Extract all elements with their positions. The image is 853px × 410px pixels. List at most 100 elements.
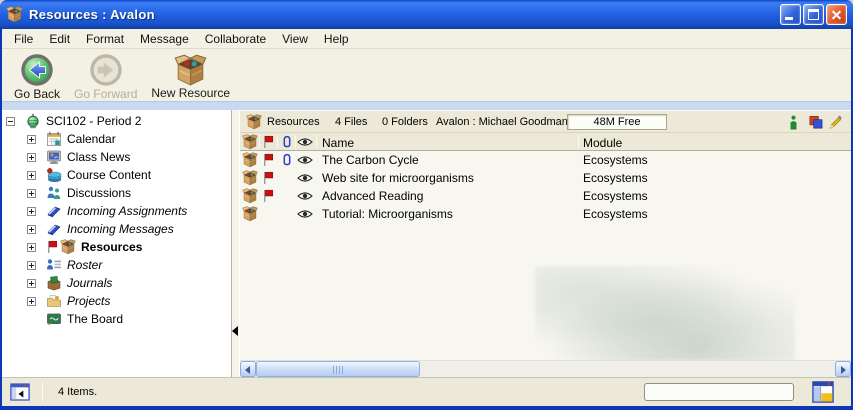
journal-icon [46, 275, 62, 291]
close-button[interactable] [826, 4, 847, 25]
resources-panel: Resources 4 Files 0 Folders Avalon : Mic… [240, 110, 851, 377]
panel-splitter[interactable] [232, 110, 240, 377]
thumb-grip-icon [333, 366, 343, 374]
column-header-module[interactable]: Module [583, 134, 622, 152]
collapse-toggle-icon[interactable] [6, 117, 15, 126]
owner-label: Avalon : Michael Goodman [436, 116, 568, 128]
go-back-icon [19, 52, 55, 88]
menu-file[interactable]: File [6, 30, 41, 48]
new-resource-icon [174, 54, 207, 87]
menu-collaborate[interactable]: Collaborate [197, 30, 274, 48]
menu-view[interactable]: View [274, 30, 316, 48]
tree-item-roster[interactable]: Roster [27, 256, 102, 274]
flag-icon [46, 240, 58, 254]
column-header-row: Name Module [240, 133, 851, 151]
arrow-right-icon [841, 366, 846, 374]
expand-toggle-icon[interactable] [27, 189, 36, 198]
book-icon [46, 203, 62, 219]
layers-icon[interactable] [808, 115, 823, 130]
resource-name[interactable]: The Carbon Cycle [322, 151, 419, 169]
crate-icon [60, 239, 76, 255]
news-icon [46, 149, 62, 165]
column-header-name[interactable]: Name [322, 134, 354, 152]
menu-format[interactable]: Format [78, 30, 132, 48]
book-icon [46, 221, 62, 237]
attachment-column-icon[interactable] [282, 135, 292, 149]
tree-item-course-content[interactable]: Course Content [27, 166, 151, 184]
toolbar: Go Back Go Forward New Resource [2, 49, 851, 101]
person-icon[interactable] [786, 115, 801, 130]
calendar-icon [46, 131, 62, 147]
go-back-button[interactable]: Go Back [10, 52, 64, 101]
pencil-icon[interactable] [828, 115, 843, 130]
list-row[interactable]: Web site for microorganisms Ecosystems [240, 169, 851, 187]
scroll-left-button[interactable] [240, 361, 256, 377]
background-watermark [535, 266, 795, 361]
arrow-left-icon [245, 366, 250, 374]
go-forward-button: Go Forward [70, 52, 141, 101]
scroll-right-button[interactable] [835, 361, 851, 377]
class-icon [25, 113, 41, 129]
maximize-button[interactable] [803, 4, 824, 25]
tree-item-resources[interactable]: Resources [27, 238, 142, 256]
panel-toggle-icon[interactable] [10, 383, 30, 401]
expand-toggle-icon[interactable] [27, 225, 36, 234]
list-row[interactable]: The Carbon Cycle Ecosystems [240, 151, 851, 169]
app-window: Resources : Avalon File Edit Format Mess… [0, 0, 853, 410]
splitter-collapse-icon[interactable] [232, 326, 238, 336]
visibility-column-icon[interactable] [297, 137, 313, 147]
expand-toggle-icon[interactable] [27, 171, 36, 180]
resource-module: Ecosystems [583, 169, 648, 187]
expand-toggle-icon[interactable] [27, 207, 36, 216]
expand-toggle-icon[interactable] [27, 153, 36, 162]
resource-module: Ecosystems [583, 205, 648, 223]
list-row[interactable]: Advanced Reading Ecosystems [240, 187, 851, 205]
titlebar[interactable]: Resources : Avalon [0, 0, 853, 29]
new-resource-button[interactable]: New Resource [147, 52, 234, 100]
items-count-label: 4 Items. [58, 386, 97, 398]
tree-item-incoming-assignments[interactable]: Incoming Assignments [27, 202, 187, 220]
free-space-label: 48M Free [593, 116, 640, 128]
crate-icon [242, 206, 258, 222]
flag-icon [262, 189, 274, 203]
panel-info-bar: Resources 4 Files 0 Folders Avalon : Mic… [240, 110, 851, 133]
menu-message[interactable]: Message [132, 30, 197, 48]
menu-edit[interactable]: Edit [41, 30, 78, 48]
expand-toggle-icon[interactable] [27, 135, 36, 144]
tree-item-calendar[interactable]: Calendar [27, 130, 116, 148]
flag-column-icon[interactable] [262, 135, 274, 149]
horizontal-scrollbar[interactable] [240, 360, 851, 377]
app-icon [6, 6, 23, 23]
resource-list: The Carbon Cycle Ecosystems Web site for… [240, 151, 851, 360]
resource-name[interactable]: Tutorial: Microorganisms [322, 205, 453, 223]
tree-item-the-board[interactable]: The Board [27, 310, 123, 328]
menubar: File Edit Format Message Collaborate Vie… [2, 29, 851, 49]
tree-item-incoming-messages[interactable]: Incoming Messages [27, 220, 174, 238]
tree-item-projects[interactable]: Projects [27, 292, 110, 310]
eye-icon [297, 191, 313, 201]
expand-toggle-icon[interactable] [27, 279, 36, 288]
board-icon [46, 311, 62, 327]
resource-module: Ecosystems [583, 151, 648, 169]
people-icon [46, 185, 62, 201]
tree-item-journals[interactable]: Journals [27, 274, 112, 292]
expand-toggle-icon[interactable] [27, 243, 36, 252]
expand-toggle-icon[interactable] [27, 261, 36, 270]
course-tree-panel: SCI102 - Period 2 Calendar Class News Co… [2, 110, 232, 377]
tree-root-label: SCI102 - Period 2 [46, 114, 141, 128]
tree-root-sci102[interactable]: SCI102 - Period 2 [6, 112, 141, 130]
list-row[interactable]: Tutorial: Microorganisms Ecosystems [240, 205, 851, 223]
resource-name[interactable]: Advanced Reading [322, 187, 423, 205]
statusbar: 4 Items. [2, 377, 851, 406]
resource-name[interactable]: Web site for microorganisms [322, 169, 474, 187]
window-layout-icon[interactable] [812, 381, 834, 403]
eye-icon [297, 209, 313, 219]
tree-item-class-news[interactable]: Class News [27, 148, 130, 166]
crate-column-icon[interactable] [242, 134, 258, 150]
expand-toggle-icon[interactable] [27, 297, 36, 306]
tree-item-discussions[interactable]: Discussions [27, 184, 131, 202]
menu-help[interactable]: Help [316, 30, 357, 48]
flag-icon [262, 171, 274, 185]
minimize-button[interactable] [780, 4, 801, 25]
scrollbar-thumb[interactable] [256, 361, 420, 377]
